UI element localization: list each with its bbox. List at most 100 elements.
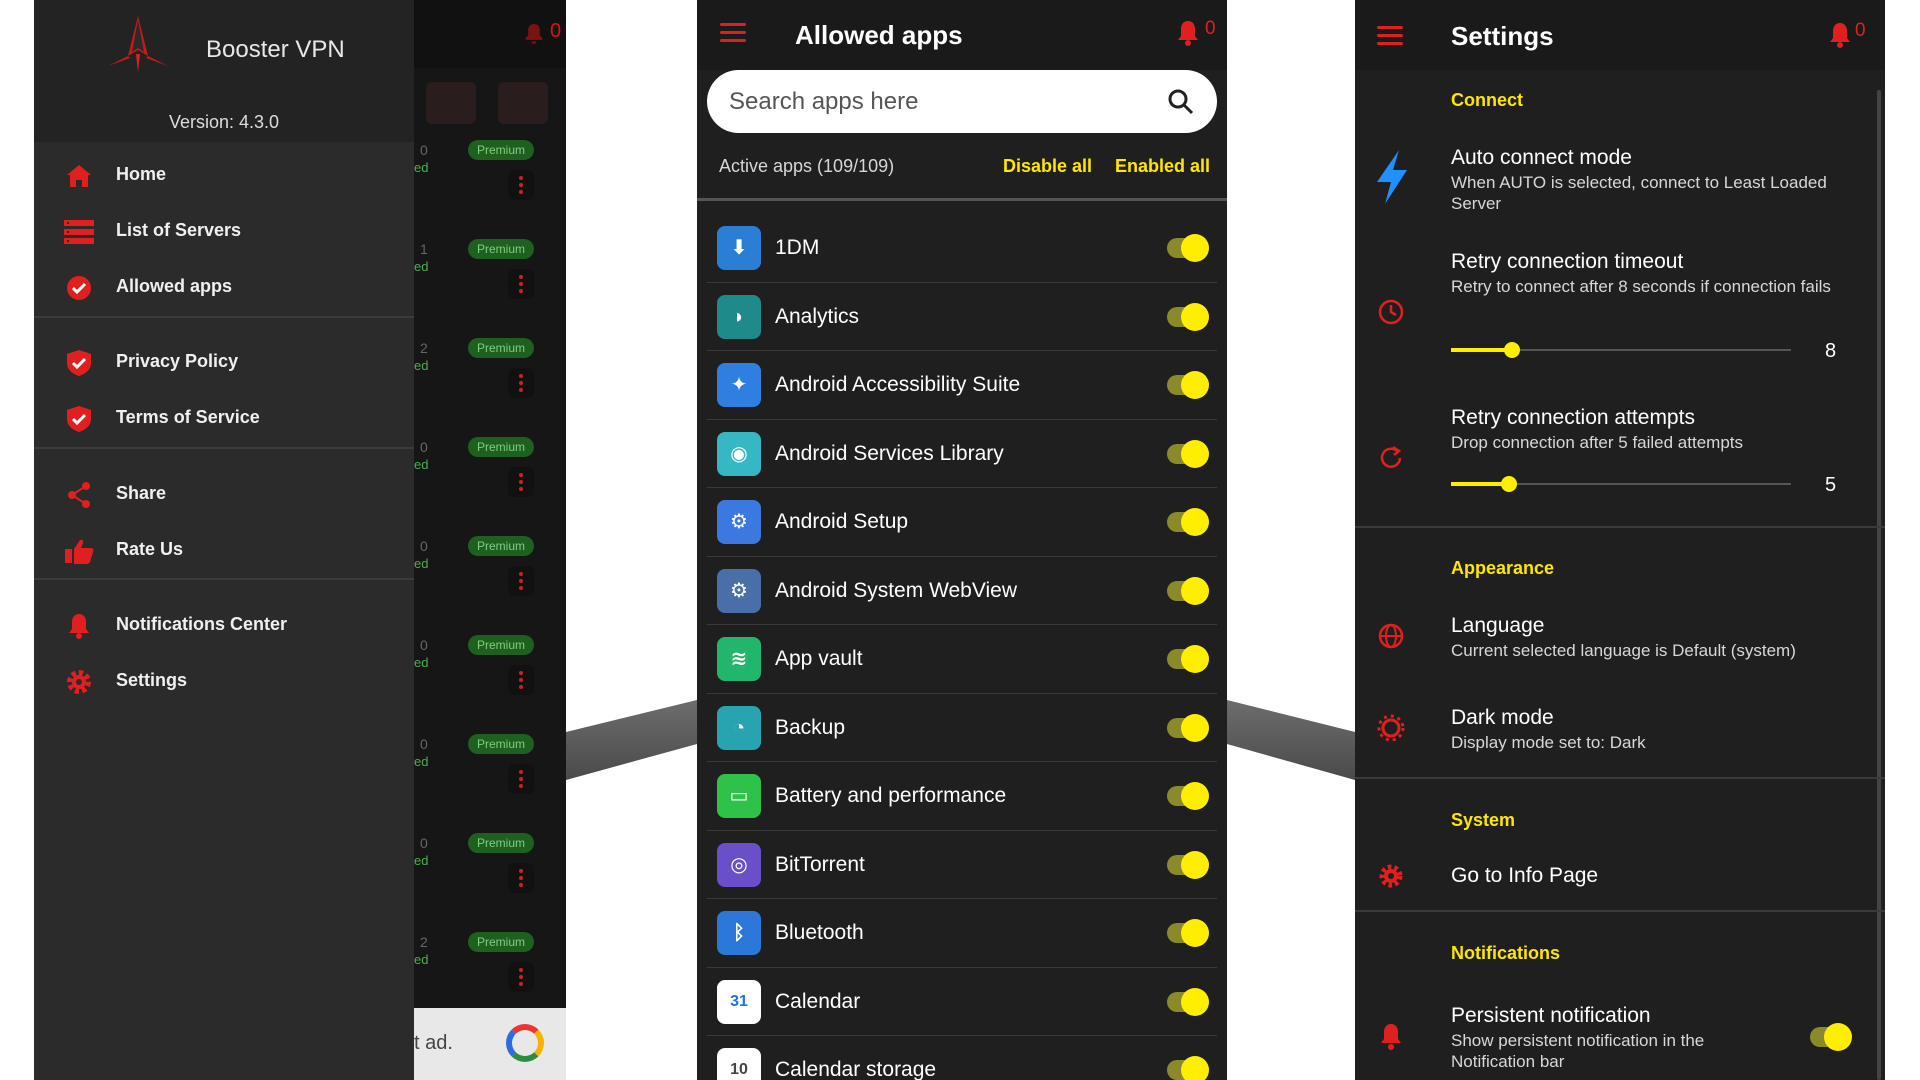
disable-all-button[interactable]: Disable all <box>1003 156 1092 177</box>
more-options-icon[interactable] <box>508 863 534 893</box>
retry-timeout-slider[interactable] <box>1451 338 1791 362</box>
app-toggle[interactable] <box>1167 919 1209 947</box>
app-icon: ◉ <box>717 431 761 476</box>
hamburger-menu-icon[interactable] <box>720 23 746 43</box>
menu-item-privacy-policy[interactable]: Privacy Policy <box>34 337 414 389</box>
list-item[interactable]: ▭ Battery and performance <box>707 762 1217 831</box>
list-item[interactable]: ⚙ Android System WebView <box>707 557 1217 625</box>
active-apps-count: Active apps (109/109) <box>719 156 895 176</box>
app-toggle[interactable] <box>1167 1056 1209 1080</box>
app-glyph: ◎ <box>730 853 748 876</box>
server-row[interactable]: 0 ed Premium <box>414 730 566 810</box>
premium-badge: Premium <box>468 734 534 754</box>
slider-thumb[interactable] <box>1500 476 1517 492</box>
app-bar: Allowed apps 0 <box>697 0 1227 70</box>
premium-badge: Premium <box>468 239 534 259</box>
server-row[interactable]: 2 ed Premium <box>414 334 566 414</box>
search-input[interactable] <box>729 80 1149 123</box>
bell-icon[interactable] <box>1177 20 1199 46</box>
section-header-appearance: Appearance <box>1451 558 1555 578</box>
list-item[interactable]: ≋ App vault <box>707 625 1217 694</box>
server-row[interactable]: 0 ed Premium <box>414 829 566 909</box>
list-item[interactable]: ⬇ 1DM <box>707 214 1217 283</box>
list-item[interactable]: ⚙ Android Setup <box>707 488 1217 557</box>
more-options-icon[interactable] <box>508 665 534 695</box>
toggle-knob <box>1181 439 1209 468</box>
server-row[interactable]: 0 ed Premium <box>414 532 566 612</box>
app-toggle[interactable] <box>1167 987 1209 1016</box>
server-row[interactable]: 0 ed Premium <box>414 136 566 216</box>
more-options-icon[interactable] <box>508 764 534 794</box>
refresh-button[interactable] <box>426 82 476 124</box>
menu-item-list-of-servers[interactable]: List of Servers <box>34 206 414 258</box>
menu-item-share[interactable]: Share <box>34 469 414 521</box>
menu-item-terms-of-service[interactable]: Terms of Service <box>34 393 414 445</box>
list-item[interactable]: 10 Calendar storage <box>707 1036 1217 1080</box>
active-apps-bar: Active apps (109/109) Disable all Enable… <box>697 140 1227 196</box>
server-row[interactable]: 0 ed Premium <box>414 433 566 513</box>
more-options-icon[interactable] <box>508 368 534 398</box>
more-options-icon[interactable] <box>508 962 534 992</box>
retry-attempts-slider[interactable] <box>1451 472 1791 496</box>
language-setting[interactable]: Language Current selected language is De… <box>1355 608 1875 668</box>
app-glyph: ≋ <box>730 648 748 670</box>
bell-icon[interactable] <box>1829 22 1851 48</box>
toggle-knob <box>1824 1023 1852 1051</box>
server-row[interactable]: 2 ed Premium <box>414 928 566 1008</box>
app-icon: ⚙ <box>717 568 761 613</box>
scrollbar[interactable] <box>1877 90 1881 1080</box>
app-icon: ▭ <box>717 774 761 818</box>
app-toggle[interactable] <box>1167 713 1209 742</box>
app-toggle[interactable] <box>1167 782 1209 810</box>
menu-item-settings[interactable]: Settings <box>34 656 414 708</box>
setting-subtitle: When AUTO is selected, connect to Least … <box>1451 173 1827 213</box>
app-toggle[interactable] <box>1167 850 1209 879</box>
app-toggle[interactable] <box>1167 508 1209 536</box>
list-item[interactable]: ◎ BitTorrent <box>707 831 1217 899</box>
list-item[interactable]: ᛒ Bluetooth <box>707 899 1217 968</box>
menu-item-home[interactable]: Home <box>34 150 414 202</box>
menu-item-notifications-center[interactable]: Notifications Center <box>34 600 414 652</box>
hamburger-menu-icon[interactable] <box>1377 26 1403 46</box>
server-status: ed <box>414 160 429 175</box>
app-toggle[interactable] <box>1167 576 1209 605</box>
server-load: 1 <box>420 241 428 257</box>
enable-all-button[interactable]: Enabled all <box>1115 156 1210 177</box>
app-toggle[interactable] <box>1167 371 1209 399</box>
close-button[interactable] <box>498 82 548 124</box>
list-item[interactable]: ◔ Backup <box>707 694 1217 762</box>
server-row[interactable]: 0 ed Premium <box>414 631 566 711</box>
server-row[interactable]: 1 ed Premium <box>414 235 566 315</box>
info-page-setting[interactable]: Go to Info Page <box>1355 856 1875 900</box>
more-options-icon[interactable] <box>508 467 534 497</box>
premium-badge: Premium <box>468 932 534 952</box>
section-divider <box>1355 910 1885 912</box>
server-list-icon <box>64 220 94 244</box>
slider-thumb[interactable] <box>1504 342 1521 358</box>
list-item[interactable]: 31 Calendar <box>707 968 1217 1036</box>
app-toggle[interactable] <box>1167 302 1209 331</box>
ad-banner[interactable]: t ad. <box>414 1008 566 1080</box>
app-toggle[interactable] <box>1167 234 1209 262</box>
list-item[interactable]: ✦ Android Accessibility Suite <box>707 351 1217 420</box>
auto-connect-setting[interactable]: Auto connect mode When AUTO is selected,… <box>1355 140 1875 220</box>
app-toggle[interactable] <box>1167 439 1209 468</box>
dark-mode-setting[interactable]: Dark mode Display mode set to: Dark <box>1355 700 1875 760</box>
app-icon: ⬇ <box>717 226 761 270</box>
drawer-divider <box>34 316 414 318</box>
toggle-knob <box>1181 508 1209 536</box>
app-glyph: 10 <box>730 1061 748 1078</box>
more-options-icon[interactable] <box>508 269 534 299</box>
more-options-icon[interactable] <box>508 566 534 596</box>
setting-title: Dark mode <box>1451 706 1554 729</box>
notification-count: 0 <box>1855 20 1866 41</box>
persistent-notification-toggle[interactable] <box>1810 1023 1852 1051</box>
more-options-icon[interactable] <box>508 170 534 200</box>
menu-item-allowed-apps[interactable]: Allowed apps <box>34 262 414 314</box>
app-name: 1DM <box>775 236 820 259</box>
list-item[interactable]: ◉ Android Services Library <box>707 420 1217 488</box>
search-icon[interactable] <box>1167 88 1195 116</box>
app-toggle[interactable] <box>1167 645 1209 673</box>
menu-item-rate-us[interactable]: Rate Us <box>34 525 414 577</box>
list-item[interactable]: ◗ Analytics <box>707 283 1217 351</box>
